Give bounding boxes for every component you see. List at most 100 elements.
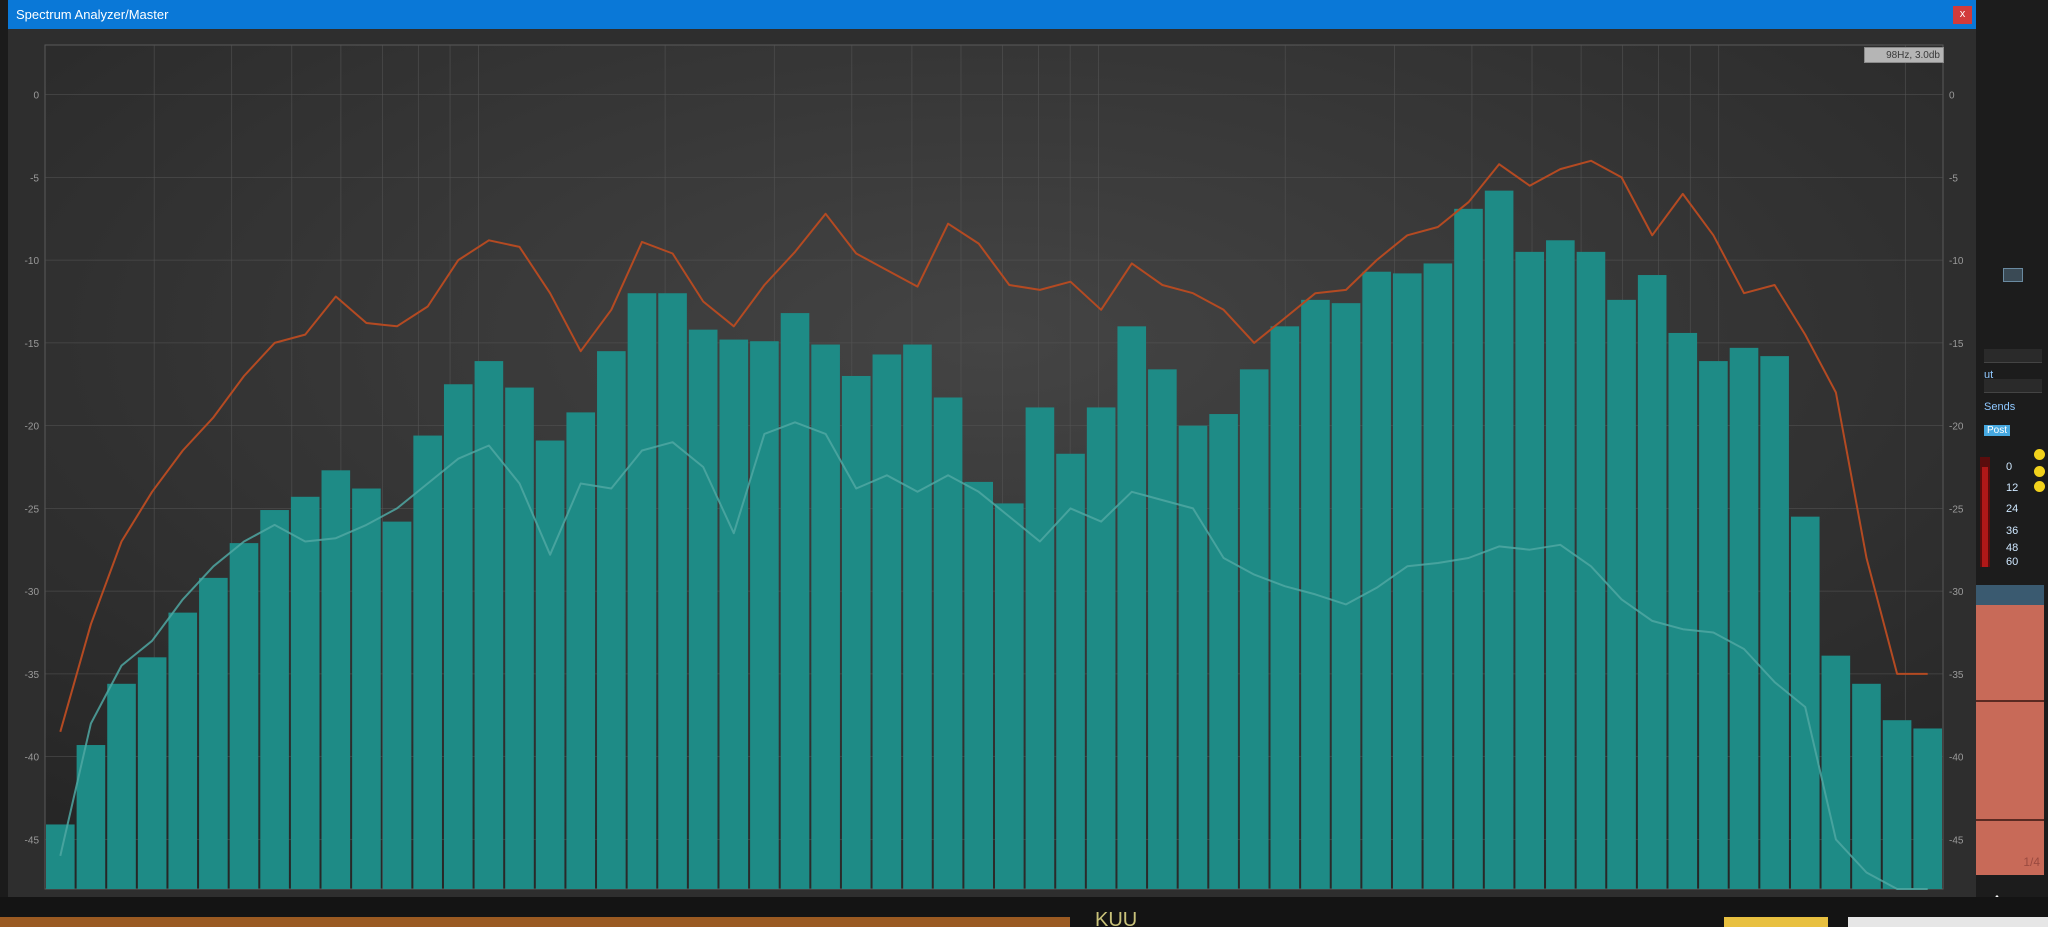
y-tick-label-left: -25 bbox=[25, 504, 40, 515]
spectrum-bar bbox=[719, 339, 749, 890]
input-dropdown[interactable] bbox=[1984, 379, 2042, 393]
post-button[interactable]: Post bbox=[1984, 425, 2011, 436]
spectrum-bar bbox=[750, 341, 779, 890]
view-toggle-button[interactable] bbox=[2003, 268, 2023, 282]
spectrum-bar bbox=[1209, 414, 1238, 889]
white-block bbox=[1848, 917, 2048, 927]
output-dropdown[interactable] bbox=[1984, 349, 2042, 363]
spectrum-bar bbox=[1484, 190, 1514, 890]
y-tick-label-right: -45 bbox=[1949, 835, 1964, 846]
spectrum-bar bbox=[1117, 326, 1147, 889]
meter-scale-label: 36 bbox=[2006, 525, 2019, 537]
spectrum-bar bbox=[413, 435, 442, 889]
spectrum-bar bbox=[1913, 728, 1942, 889]
close-button[interactable]: x bbox=[1953, 6, 1972, 24]
spectrum-plot[interactable]: 0 0 -5 -5 -10 -10 -15 -15 -20 -20 -25 -25 -30 -30 -35 -… bbox=[8, 29, 1976, 897]
y-tick-label-left: 0 bbox=[33, 91, 39, 102]
bottom-partial-text: KUU bbox=[1095, 909, 1138, 927]
spectrum-bar bbox=[658, 293, 687, 889]
arm-icon[interactable] bbox=[2034, 449, 2045, 460]
spectrum-bar bbox=[1729, 347, 1759, 889]
y-tick-label-right: -35 bbox=[1949, 670, 1964, 681]
sends-label: Sends bbox=[1984, 401, 2016, 413]
yellow-block bbox=[1724, 917, 1828, 927]
spectrum-bar bbox=[1515, 251, 1545, 890]
spectrum-bar bbox=[1423, 263, 1453, 890]
spectrum-bar bbox=[382, 521, 412, 889]
spectrum-bar bbox=[1331, 303, 1361, 890]
spectrum-bar bbox=[964, 481, 993, 889]
spectrum-bar bbox=[1668, 332, 1698, 889]
spectrum-bar bbox=[535, 440, 565, 889]
spectrum-bar bbox=[597, 351, 626, 889]
y-tick-label-right: -20 bbox=[1949, 422, 1964, 433]
spectrum-bar bbox=[780, 313, 810, 889]
spectrum-bar bbox=[1852, 683, 1881, 889]
y-tick-label-right: -25 bbox=[1949, 504, 1964, 515]
spectrum-bar bbox=[841, 375, 871, 890]
y-tick-label-right: -5 bbox=[1949, 173, 1958, 184]
spectrum-analyzer-window: Spectrum Analyzer/Master x 0 0 -5 -5 -10 -10 -… bbox=[8, 0, 1976, 897]
y-tick-label-right: -40 bbox=[1949, 753, 1964, 764]
y-tick-label-right: -15 bbox=[1949, 339, 1964, 350]
spectrum-bar bbox=[903, 344, 932, 890]
y-tick-label-left: -20 bbox=[25, 422, 40, 433]
y-tick-label-left: -5 bbox=[30, 173, 39, 184]
y-tick-label-left: -35 bbox=[25, 670, 40, 681]
spectrum-bar bbox=[199, 577, 228, 889]
spectrum-bar bbox=[811, 344, 840, 890]
meter-scale-label: 48 bbox=[2006, 542, 2019, 554]
spectrum-bar bbox=[474, 361, 504, 889]
spectrum-bar bbox=[872, 354, 902, 889]
spectrum-bar bbox=[995, 503, 1024, 889]
spectrum-bar bbox=[1790, 516, 1820, 889]
y-tick-label-right: 0 bbox=[1949, 91, 1955, 102]
y-tick-label-left: -30 bbox=[25, 587, 40, 598]
clip-waveform[interactable]: 1/4 bbox=[1976, 585, 2044, 875]
spectrum-bar bbox=[1392, 273, 1422, 889]
cursor-readout: 98Hz, 3.0db bbox=[1864, 47, 1944, 63]
spectrum-bar bbox=[1239, 369, 1269, 889]
monitor-icon[interactable] bbox=[2034, 481, 2045, 492]
spectrum-chart[interactable]: 0 0 -5 -5 -10 -10 -15 -15 -20 -20 -25 -25 -30 -30 -35 -… bbox=[8, 29, 1976, 897]
y-tick-label-right: -30 bbox=[1949, 587, 1964, 598]
spectrum-bar bbox=[1607, 299, 1636, 890]
spectrum-bar bbox=[137, 657, 167, 889]
spectrum-bar bbox=[1882, 720, 1912, 889]
solo-icon[interactable] bbox=[2034, 466, 2045, 477]
spectrum-bar bbox=[352, 488, 381, 889]
meter-scale-label: 0 bbox=[2006, 461, 2013, 473]
level-meter bbox=[1980, 457, 1990, 567]
bottom-strip: KUU bbox=[0, 897, 2048, 927]
title-bar[interactable]: Spectrum Analyzer/Master x bbox=[8, 0, 1976, 29]
mixer-side-panel: ut Sends Post 0 12 24 36 48 60 1/4 ar Aw… bbox=[1976, 0, 2048, 906]
spectrum-bar bbox=[260, 510, 289, 889]
spectrum-bar bbox=[168, 612, 198, 889]
spectrum-bar bbox=[505, 387, 534, 889]
spectrum-bar bbox=[1546, 240, 1575, 889]
y-tick-label-left: -15 bbox=[25, 339, 40, 350]
meter-scale-label: 60 bbox=[2006, 556, 2019, 568]
spectrum-bar bbox=[1760, 356, 1789, 889]
y-tick-label-left: -40 bbox=[25, 753, 40, 764]
spectrum-bar bbox=[1576, 251, 1606, 890]
spectrum-bar bbox=[1148, 369, 1177, 889]
spectrum-bar bbox=[627, 293, 657, 889]
window-title: Spectrum Analyzer/Master bbox=[16, 7, 169, 22]
spectrum-bar bbox=[933, 397, 963, 889]
spectrum-bar bbox=[229, 543, 259, 889]
spectrum-bar bbox=[107, 683, 136, 889]
clip-counter: 1/4 bbox=[2023, 855, 2040, 869]
spectrum-bar bbox=[1025, 407, 1055, 889]
spectrum-bar bbox=[1454, 208, 1483, 889]
meter-scale-label: 24 bbox=[2006, 503, 2019, 515]
y-tick-label-left: -45 bbox=[25, 835, 40, 846]
y-tick-label-right: -10 bbox=[1949, 256, 1964, 267]
spectrum-bar bbox=[1637, 275, 1667, 889]
spectrum-bar bbox=[1086, 407, 1116, 889]
spectrum-bar bbox=[1178, 425, 1208, 889]
spectrum-bar bbox=[1699, 361, 1728, 889]
spectrum-bar bbox=[290, 496, 320, 889]
spectrum-bar bbox=[1821, 655, 1851, 889]
spectrum-bar bbox=[1270, 326, 1300, 889]
